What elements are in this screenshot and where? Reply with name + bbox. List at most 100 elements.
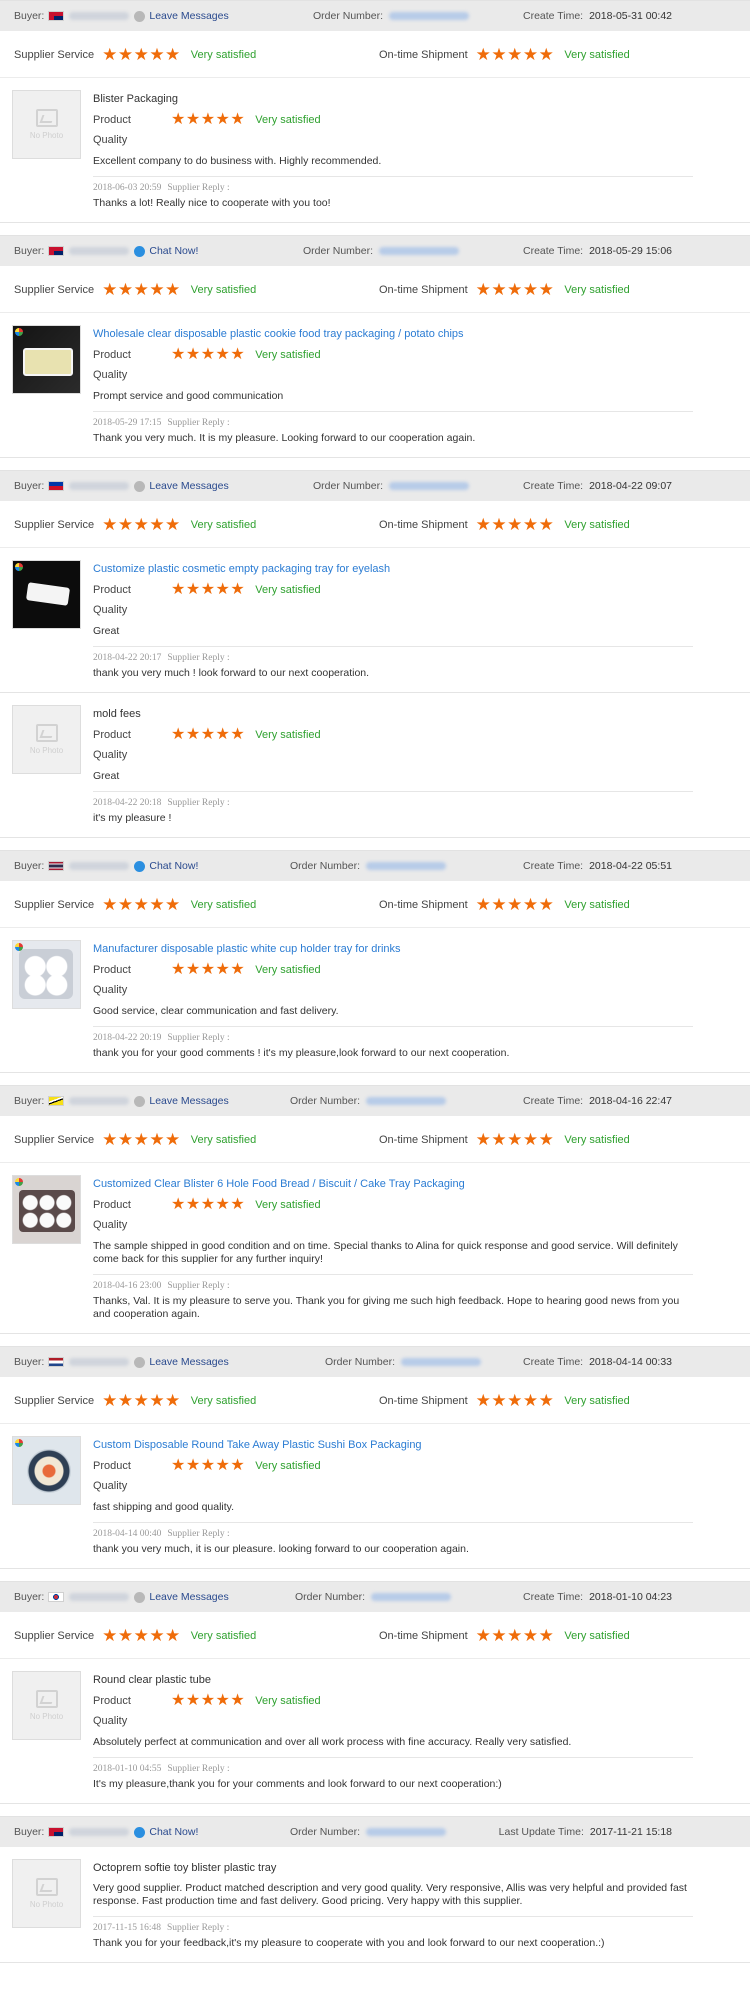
product-image[interactable] <box>12 325 81 394</box>
rating-text: Very satisfied <box>255 349 321 361</box>
reply-meta: 2018-01-10 04:55 Supplier Reply : <box>93 1764 693 1774</box>
create-time-value: 2018-05-29 15:06 <box>589 245 672 257</box>
supplier-reply-label: Supplier Reply : <box>167 1281 230 1291</box>
reply-meta: 2017-11-15 16:48 Supplier Reply : <box>93 1923 693 1933</box>
chat-now-link[interactable]: Chat Now! <box>149 245 198 257</box>
order-number-redacted[interactable] <box>401 1358 482 1366</box>
reply-meta: 2018-04-14 00:40 Supplier Reply : <box>93 1529 693 1539</box>
order-spacer <box>0 1073 750 1085</box>
order-number-redacted[interactable] <box>366 862 447 870</box>
supplier-reply: 2018-06-03 20:59 Supplier Reply : Thanks a… <box>93 176 693 210</box>
leave-messages-link[interactable]: Leave Messages <box>149 1356 228 1368</box>
buyer-name-redacted <box>69 12 130 20</box>
order-spacer <box>0 1569 750 1581</box>
supplier-service-label: Supplier Service <box>14 1394 95 1407</box>
rating-text: Very satisfied <box>190 1629 257 1642</box>
feedback-item: Customize plastic cosmetic empty packagi… <box>0 548 750 693</box>
supplier-reply: 2018-04-22 20:17 Supplier Reply : thank yo… <box>93 646 693 680</box>
order-number-redacted[interactable] <box>389 12 470 20</box>
star-rating-icon: ★★★★★ <box>171 1692 246 1709</box>
quality-label: Quality <box>93 134 128 146</box>
product-label: Product <box>93 114 131 126</box>
star-rating-icon: ★★★★★ <box>102 515 181 534</box>
buyer-label: Buyer: <box>14 1591 45 1603</box>
product-link[interactable]: Customized Clear Blister 6 Hole Food Bre… <box>93 1177 693 1191</box>
supplier-service-label: Supplier Service <box>14 1629 95 1642</box>
product-image[interactable] <box>12 940 81 1009</box>
reply-text: it's my pleasure ! <box>93 812 172 824</box>
product-link[interactable]: Wholesale clear disposable plastic cooki… <box>93 327 693 341</box>
chat-icon[interactable] <box>134 1826 146 1838</box>
create-time-value: 2018-04-22 09:07 <box>589 480 672 492</box>
feedback-detail: Round clear plastic tube Product ★★★★★ Very… <box>93 1671 693 1791</box>
service-ratings: Supplier Service ★★★★★ Very satisfied On-ti… <box>0 1377 750 1424</box>
supplier-reply-label: Supplier Reply : <box>167 798 230 808</box>
message-icon[interactable] <box>134 1356 146 1368</box>
product-name: Round clear plastic tube <box>93 1674 212 1686</box>
no-photo-image: No Photo <box>12 1671 81 1740</box>
product-link[interactable]: Manufacturer disposable plastic white cu… <box>93 942 693 956</box>
order-header: Buyer: Chat Now! Order Number: Last Update … <box>0 1817 750 1847</box>
feedback-detail: mold fees Product ★★★★★ Very satisfied Quali… <box>93 705 693 825</box>
supplier-service-rating: Supplier Service ★★★★★ Very satisfied <box>14 31 256 78</box>
product-name: mold fees <box>93 708 141 720</box>
leave-messages-link[interactable]: Leave Messages <box>149 480 228 492</box>
on-time-shipment-label: On-time Shipment <box>379 1133 468 1146</box>
service-ratings: Supplier Service ★★★★★ Very satisfied On-ti… <box>0 31 750 78</box>
chat-icon[interactable] <box>134 860 146 872</box>
star-rating-icon: ★★★★★ <box>475 45 555 64</box>
reply-meta: 2018-04-22 20:18 Supplier Reply : <box>93 798 693 808</box>
create-time: Create Time: 2018-05-31 00:42 <box>523 1 672 31</box>
product-image[interactable] <box>12 1175 81 1244</box>
service-ratings: Supplier Service ★★★★★ Very satisfied On-ti… <box>0 1116 750 1163</box>
order-number-redacted[interactable] <box>389 482 470 490</box>
country-flag-icon <box>48 1592 65 1602</box>
product-label: Product <box>93 729 131 741</box>
message-icon[interactable] <box>134 1591 146 1603</box>
product-label: Product <box>93 1460 131 1472</box>
chat-now-link[interactable]: Chat Now! <box>149 860 198 872</box>
reply-text: Thank you very much. It is my pleasure. … <box>93 432 476 444</box>
buyer-name-redacted <box>69 482 130 490</box>
leave-messages-link[interactable]: Leave Messages <box>149 1095 228 1107</box>
order-header: Buyer: Leave Messages Order Number: Create … <box>0 1 750 31</box>
country-flag-icon <box>48 246 65 256</box>
product-rating: Product ★★★★★ Very satisfied <box>93 582 693 598</box>
supplier-reply: 2018-04-22 20:19 Supplier Reply : thank yo… <box>93 1026 693 1060</box>
product-label: Product <box>93 349 131 361</box>
star-rating-icon: ★★★★★ <box>171 961 246 978</box>
supplier-reply: 2018-04-16 23:00 Supplier Reply : Thanks, … <box>93 1274 693 1321</box>
order-number-redacted[interactable] <box>366 1828 447 1836</box>
star-rating-icon: ★★★★★ <box>171 346 246 363</box>
order-number: Order Number: <box>290 851 447 881</box>
order-number-redacted[interactable] <box>379 247 460 255</box>
product-link[interactable]: Customize plastic cosmetic empty packagi… <box>93 562 693 576</box>
message-icon[interactable] <box>134 480 146 492</box>
rating-text: Very satisfied <box>190 1133 257 1146</box>
order-header: Buyer: Leave Messages Order Number: Create … <box>0 471 750 501</box>
buyer-label: Buyer: <box>14 10 45 22</box>
chat-now-link[interactable]: Chat Now! <box>149 1826 198 1838</box>
product-link[interactable]: Custom Disposable Round Take Away Plasti… <box>93 1438 693 1452</box>
on-time-shipment-label: On-time Shipment <box>379 283 468 296</box>
chat-icon[interactable] <box>134 245 146 257</box>
service-ratings: Supplier Service ★★★★★ Very satisfied On-ti… <box>0 1612 750 1659</box>
rating-text: Very satisfied <box>564 1394 630 1407</box>
supplier-reply: 2018-04-14 00:40 Supplier Reply : thank yo… <box>93 1522 693 1556</box>
order-number-redacted[interactable] <box>366 1097 447 1105</box>
reply-text: Thanks, Val. It is my pleasure to serve … <box>93 1295 680 1320</box>
on-time-shipment-rating: On-time Shipment ★★★★★ Very satisfied <box>379 501 630 548</box>
leave-messages-link[interactable]: Leave Messages <box>149 1591 228 1603</box>
on-time-shipment-label: On-time Shipment <box>379 1394 468 1407</box>
quality-label: Quality <box>93 604 128 616</box>
supplier-service-label: Supplier Service <box>14 48 95 61</box>
leave-messages-link[interactable]: Leave Messages <box>149 10 228 22</box>
product-image[interactable] <box>12 1436 81 1505</box>
star-rating-icon: ★★★★★ <box>171 111 246 128</box>
order-number-label: Order Number: <box>313 480 384 492</box>
product-image[interactable] <box>12 560 81 629</box>
message-icon[interactable] <box>134 1095 146 1107</box>
star-rating-icon: ★★★★★ <box>102 45 181 64</box>
order-number-redacted[interactable] <box>371 1593 452 1601</box>
message-icon[interactable] <box>134 10 146 22</box>
